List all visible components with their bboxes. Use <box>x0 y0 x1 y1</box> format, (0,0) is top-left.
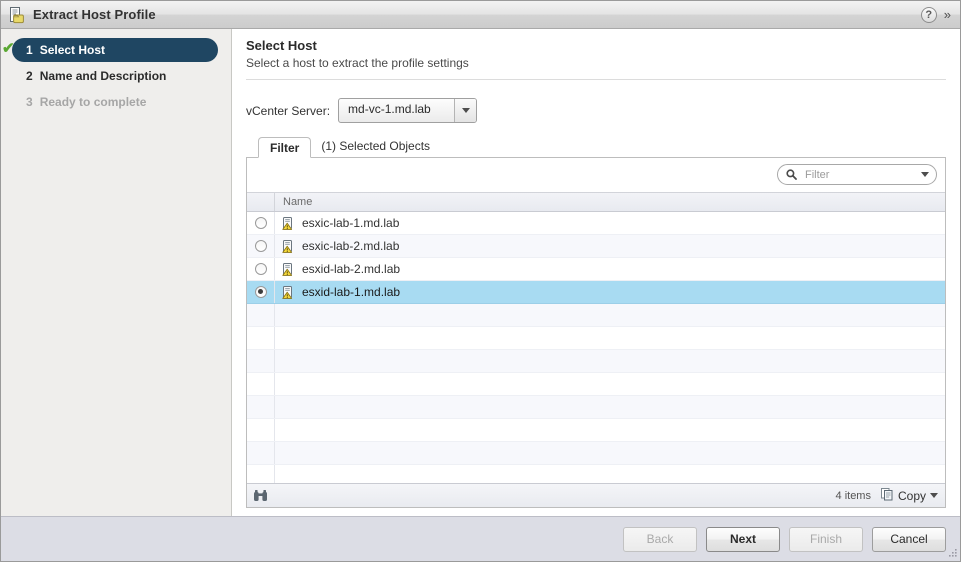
dialog-title: Extract Host Profile <box>33 7 156 22</box>
table-header-row: Name <box>247 191 945 212</box>
main-content: Select Host Select a host to extract the… <box>232 29 960 516</box>
back-button[interactable]: Back <box>623 526 697 552</box>
host-profile-icon <box>8 6 26 24</box>
radio-button[interactable] <box>254 239 267 252</box>
filter-tabs: Filter (1) Selected Objects <box>258 135 946 158</box>
host-warning-icon <box>281 216 295 230</box>
titlebar-actions: ? » <box>920 6 954 23</box>
search-input[interactable] <box>803 167 916 182</box>
dialog-footer: Back Next Finish Cancel <box>1 516 960 561</box>
empty-row <box>247 441 945 465</box>
copy-chevron-down-icon[interactable] <box>930 493 938 498</box>
host-list-panel: Name <box>246 156 946 508</box>
host-warning-icon <box>281 239 295 253</box>
copy-label: Copy <box>897 488 926 503</box>
vcenter-server-value: md-vc-1.md.lab <box>348 102 431 116</box>
search-chevron-down-icon[interactable] <box>921 172 929 178</box>
row-name-cell: esxic-lab-2.md.lab <box>275 239 945 253</box>
step-number: 2 <box>26 69 33 83</box>
row-name-cell: esxid-lab-2.md.lab <box>275 262 945 276</box>
vcenter-server-dropdown[interactable]: md-vc-1.md.lab <box>338 98 478 123</box>
empty-row <box>247 372 945 396</box>
tab-filter[interactable]: Filter <box>258 136 312 158</box>
panel-status-bar: 4 items Copy <box>247 483 945 507</box>
step-number: 3 <box>26 95 33 109</box>
step-label: Ready to complete <box>39 95 147 109</box>
binoculars-icon[interactable] <box>253 489 268 502</box>
radio-button[interactable] <box>254 216 267 229</box>
page-subtitle: Select a host to extract the profile set… <box>246 56 946 80</box>
wizard-steps-sidebar: ✔ 1 Select Host 2 Name and Description 3… <box>1 29 232 516</box>
dialog-titlebar: Extract Host Profile ? » <box>1 1 960 29</box>
host-name: esxic-lab-1.md.lab <box>302 215 400 230</box>
radio-button[interactable] <box>254 262 267 275</box>
step-label: Select Host <box>39 43 106 57</box>
empty-row <box>247 418 945 442</box>
items-count: 4 items <box>835 489 871 502</box>
row-select-cell[interactable] <box>247 234 275 257</box>
host-name: esxid-lab-1.md.lab <box>302 284 401 299</box>
extract-host-profile-dialog: Extract Host Profile ? » ✔ 1 Select Host… <box>0 0 961 562</box>
host-warning-icon <box>281 262 295 276</box>
radio-button-selected[interactable] <box>254 285 267 298</box>
panel-toolbar <box>247 157 945 192</box>
dialog-body: ✔ 1 Select Host 2 Name and Description 3… <box>1 29 960 516</box>
search-icon <box>786 169 797 181</box>
copy-button[interactable]: Copy <box>880 487 938 504</box>
resize-grip[interactable] <box>946 547 958 559</box>
table-row[interactable]: esxid-lab-2.md.lab <box>247 257 945 281</box>
header-cell-name: Name <box>283 195 313 208</box>
next-button[interactable]: Next <box>706 526 780 552</box>
row-select-cell[interactable] <box>247 211 275 234</box>
tab-selected-objects[interactable]: (1) Selected Objects <box>311 136 441 157</box>
table-row[interactable]: esxic-lab-2.md.lab <box>247 234 945 258</box>
host-rows-container: esxic-lab-1.md.lab esxic-lab-2.md.lab es… <box>247 211 945 483</box>
vcenter-server-row: vCenter Server: md-vc-1.md.lab <box>246 98 946 123</box>
empty-row <box>247 326 945 350</box>
chevron-down-icon <box>454 99 477 122</box>
row-name-cell: esxid-lab-1.md.lab <box>275 285 945 299</box>
empty-row <box>247 303 945 327</box>
empty-row <box>247 395 945 419</box>
vcenter-server-label: vCenter Server: <box>246 103 331 118</box>
collapse-chevrons-icon[interactable]: » <box>944 8 952 21</box>
table-row-selected[interactable]: esxid-lab-1.md.lab <box>247 280 945 304</box>
copy-icon <box>880 487 894 504</box>
cancel-button[interactable]: Cancel <box>872 526 946 552</box>
header-cell-select <box>247 192 275 211</box>
sidebar-step-name-and-description[interactable]: 2 Name and Description <box>12 64 218 88</box>
step-number: 1 <box>26 43 33 57</box>
host-name: esxid-lab-2.md.lab <box>302 261 401 276</box>
host-warning-icon <box>281 285 295 299</box>
empty-row <box>247 349 945 373</box>
sidebar-step-select-host[interactable]: ✔ 1 Select Host <box>2 38 218 62</box>
row-select-cell[interactable] <box>247 280 275 303</box>
row-select-cell[interactable] <box>247 257 275 280</box>
empty-row <box>247 464 945 483</box>
step-label: Name and Description <box>39 69 167 83</box>
sidebar-step-ready-to-complete: 3 Ready to complete <box>12 90 218 114</box>
host-name: esxic-lab-2.md.lab <box>302 238 400 253</box>
status-right-group: 4 items Copy <box>836 487 938 504</box>
filter-search-box[interactable] <box>777 164 937 186</box>
page-title: Select Host <box>246 38 317 53</box>
row-name-cell: esxic-lab-1.md.lab <box>275 216 945 230</box>
help-icon[interactable]: ? <box>920 6 937 23</box>
step-complete-check-icon: ✔ <box>2 40 15 57</box>
table-row[interactable]: esxic-lab-1.md.lab <box>247 211 945 235</box>
finish-button[interactable]: Finish <box>789 526 863 552</box>
